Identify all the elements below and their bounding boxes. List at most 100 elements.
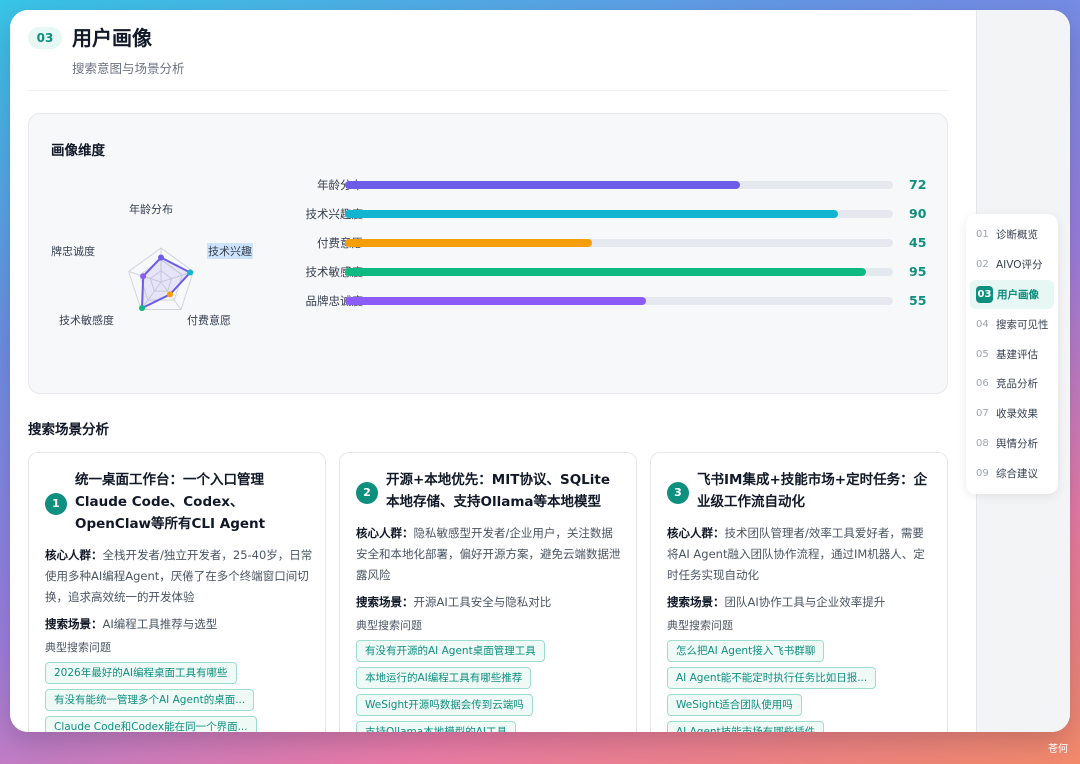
nav-item[interactable]: 09 综合建议 [966,458,1058,488]
query-label: 典型搜索问题 [356,619,422,632]
nav-item-number: 05 [976,348,989,360]
scene-text: 团队AI协作工具与企业效率提升 [724,595,886,609]
card-title: 飞书IM集成+技能市场+定时任务：企业级工作流自动化 [697,472,928,510]
scene-text: AI编程工具推荐与选型 [102,617,218,631]
bar-fill [345,210,839,218]
card-number: 3 [667,482,689,504]
bar-row: 技术兴趣度 90 [255,206,927,222]
card-crowd: 核心人群：全栈开发者/独立开发者，25-40岁，日常使用多种AI编程Agent，… [45,545,313,608]
query-tag[interactable]: 支持Ollama本地模型的AI工具 [356,721,516,732]
query-tag[interactable]: Claude Code和Codex能在同一个界面... [45,716,257,732]
card-body: 核心人群：隐私敏感型开发者/企业用户，关注数据安全和本地化部署，偏好开源方案，避… [356,523,624,732]
nav-item[interactable]: 02 AIVO评分 [966,250,1058,280]
nav-item[interactable]: 06 竞品分析 [966,369,1058,399]
nav-item-label: 综合建议 [996,467,1038,480]
nav-item[interactable]: 05 基建评估 [966,339,1058,369]
nav-item-number: 01 [976,229,989,241]
dimension-panel: 画像维度 年龄分布 技术兴趣 付费意愿 技术敏感度 牌忠诚度 年龄分布 72 技术兴… [28,113,948,394]
bar-value: 45 [909,235,927,250]
card-body: 核心人群：全栈开发者/独立开发者，25-40岁，日常使用多种AI编程Agent，… [45,545,313,732]
nav-item-number: 02 [976,259,989,271]
radar-chart: 年龄分布 技术兴趣 付费意愿 技术敏感度 牌忠诚度 [39,194,269,344]
query-tag[interactable]: AI Agent能不能定时执行任务比如日报... [667,667,877,689]
watermark: 苍何 [1048,744,1068,755]
query-tag[interactable]: 2026年最好的AI编程桌面工具有哪些 [45,662,237,684]
nav-item-label: 收录效果 [996,408,1038,421]
query-list: 有没有开源的AI Agent桌面管理工具 本地运行的AI编程工具有哪些推荐 WeSi… [356,640,624,732]
nav-item-label: 竞品分析 [996,378,1038,391]
card-body: 核心人群：技术团队管理者/效率工具爱好者，需要将AI Agent融入团队协作流程… [667,523,935,732]
radar-label-loyalty: 牌忠诚度 [51,245,95,258]
bar-track [345,210,893,218]
crowd-label: 核心人群： [667,526,725,540]
query-tag[interactable]: 怎么把AI Agent接入飞书群聊 [667,640,825,662]
bar-row: 品牌忠诚度 55 [255,293,927,309]
page-subtitle: 搜索意图与场景分析 [72,61,185,76]
card-title: 开源+本地优先：MIT协议、SQLite本地存储、支持Ollama等本地模型 [386,472,611,510]
bar-value: 95 [909,264,927,279]
bar-fill [345,297,647,305]
query-tag[interactable]: 有没有开源的AI Agent桌面管理工具 [356,640,545,662]
header-divider [28,90,948,91]
card-scene: 搜索场景：AI编程工具推荐与选型 [45,614,313,635]
nav-item[interactable]: 01 诊断概览 [966,220,1058,250]
dimension-title: 画像维度 [51,143,105,159]
bar-fill [345,239,592,247]
scenario-card: 3 飞书IM集成+技能市场+定时任务：企业级工作流自动化核心人群：技术团队管理者/… [650,452,948,732]
query-list: 怎么把AI Agent接入飞书群聊 AI Agent能不能定时执行任务比如日报..… [667,640,935,732]
bar-row: 年龄分布 72 [255,177,927,193]
bar-track [345,297,893,305]
query-tag[interactable]: 本地运行的AI编程工具有哪些推荐 [356,667,532,689]
radar-point [139,305,146,312]
nav-item[interactable]: 04 搜索可见性 [966,309,1058,339]
nav-item[interactable]: 07 收录效果 [966,399,1058,429]
bar-row: 付费意愿 45 [255,235,927,251]
radar-point [140,273,147,280]
query-label: 典型搜索问题 [667,619,733,632]
query-tag[interactable]: WeSight开源吗数据会传到云端吗 [356,694,533,716]
crowd-label: 核心人群： [356,526,414,540]
nav-item-number: 07 [976,408,989,420]
nav-item-label: AIVO评分 [996,259,1043,272]
radar-label-tech-sensitivity: 技术敏感度 [59,314,114,327]
radar-label-age: 年龄分布 [129,203,173,216]
bar-value: 90 [909,206,927,221]
scene-label: 搜索场景： [45,617,103,631]
bar-fill [345,268,866,276]
bar-row: 技术敏感度 95 [255,264,927,280]
nav-item[interactable]: 08 舆情分析 [966,429,1058,459]
nav-item-number: 04 [976,318,989,330]
nav-item[interactable]: 03 用户画像 [970,279,1054,310]
scene-label: 搜索场景： [667,595,725,609]
card-scene: 搜索场景：开源AI工具安全与隐私对比 [356,592,624,613]
scenario-card: 2 开源+本地优先：MIT协议、SQLite本地存储、支持Ollama等本地模型核… [339,452,637,732]
query-list: 2026年最好的AI编程桌面工具有哪些 有没有能统一管理多个AI Agent的桌面… [45,662,313,732]
card-scene: 搜索场景：团队AI协作工具与企业效率提升 [667,592,935,613]
bar-value: 72 [909,177,927,192]
nav-item-number: 03 [976,285,993,303]
bar-track [345,268,893,276]
radar-point [158,254,164,261]
card-crowd: 核心人群：隐私敏感型开发者/企业用户，关注数据安全和本地化部署，偏好开源方案，避… [356,523,624,586]
query-label: 典型搜索问题 [45,641,111,654]
card-number: 2 [356,482,378,504]
card-crowd: 核心人群：技术团队管理者/效率工具爱好者，需要将AI Agent融入团队协作流程… [667,523,935,586]
nav-item-label: 诊断概览 [996,229,1038,242]
scenario-card: 1 统一桌面工作台：一个入口管理Claude Code、Codex、OpenCla… [28,452,326,732]
nav-item-label: 用户画像 [997,288,1039,301]
nav-item-number: 06 [976,378,989,390]
card-number: 1 [45,493,67,515]
query-tag[interactable]: 有没有能统一管理多个AI Agent的桌面... [45,689,255,711]
query-tag[interactable]: AI Agent技能市场有哪些插件 [667,721,825,732]
section-nav: 01 诊断概览 02 AIVO评分 03 用户画像 04 搜索可见性 05 基建评估 06 竞品分析 0… [966,214,1058,494]
radar-label-tech-interest: 技术兴趣 [207,243,253,259]
nav-item-number: 09 [976,467,989,479]
scenario-title: 搜索场景分析 [28,422,109,438]
section-number-badge: 03 [28,27,62,49]
scene-text: 开源AI工具安全与隐私对比 [413,595,552,609]
radar-label-pay: 付费意愿 [187,314,231,327]
query-tag[interactable]: WeSight适合团队使用吗 [667,694,802,716]
nav-item-label: 舆情分析 [996,437,1038,450]
card-title: 统一桌面工作台：一个入口管理Claude Code、Codex、OpenClaw… [75,472,266,532]
nav-item-label: 搜索可见性 [996,318,1049,331]
